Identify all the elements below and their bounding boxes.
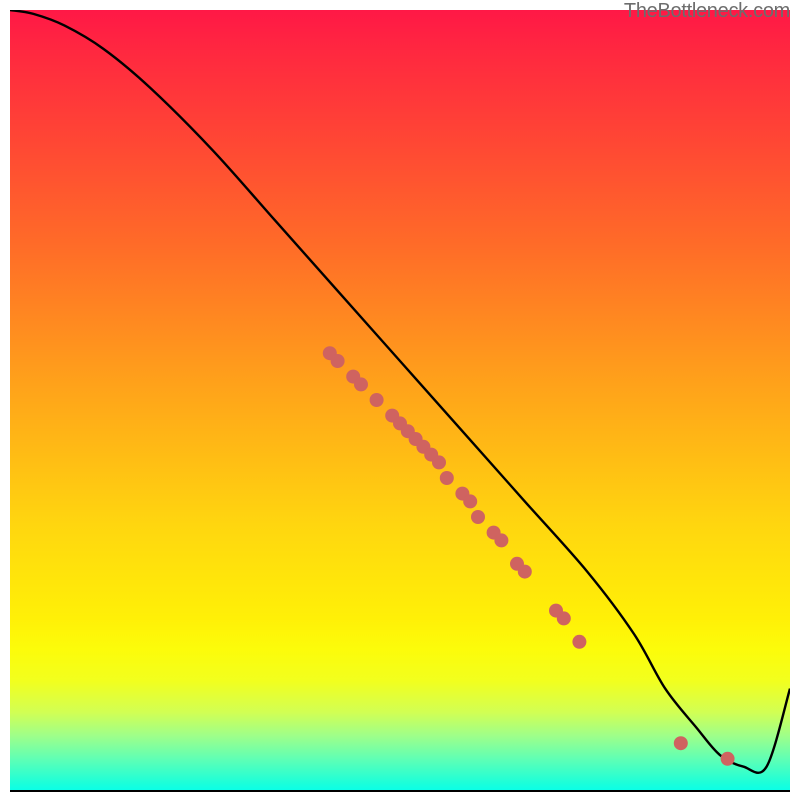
bottleneck-curve-path bbox=[10, 10, 790, 773]
curve-svg bbox=[10, 10, 790, 790]
scatter-point bbox=[572, 635, 586, 649]
scatter-point bbox=[432, 455, 446, 469]
scatter-point bbox=[494, 533, 508, 547]
scatter-point bbox=[674, 736, 688, 750]
scatter-point bbox=[721, 752, 735, 766]
chart-container: TheBottleneck.com bbox=[0, 0, 800, 800]
scatter-point bbox=[354, 377, 368, 391]
scatter-point bbox=[557, 611, 571, 625]
scatter-point bbox=[331, 354, 345, 368]
scatter-point bbox=[471, 510, 485, 524]
scatter-point bbox=[370, 393, 384, 407]
plot-area bbox=[10, 10, 790, 792]
scatter-point bbox=[440, 471, 454, 485]
scatter-point bbox=[463, 494, 477, 508]
scatter-group bbox=[323, 346, 735, 766]
scatter-point bbox=[518, 565, 532, 579]
attribution-label: TheBottleneck.com bbox=[624, 0, 790, 23]
